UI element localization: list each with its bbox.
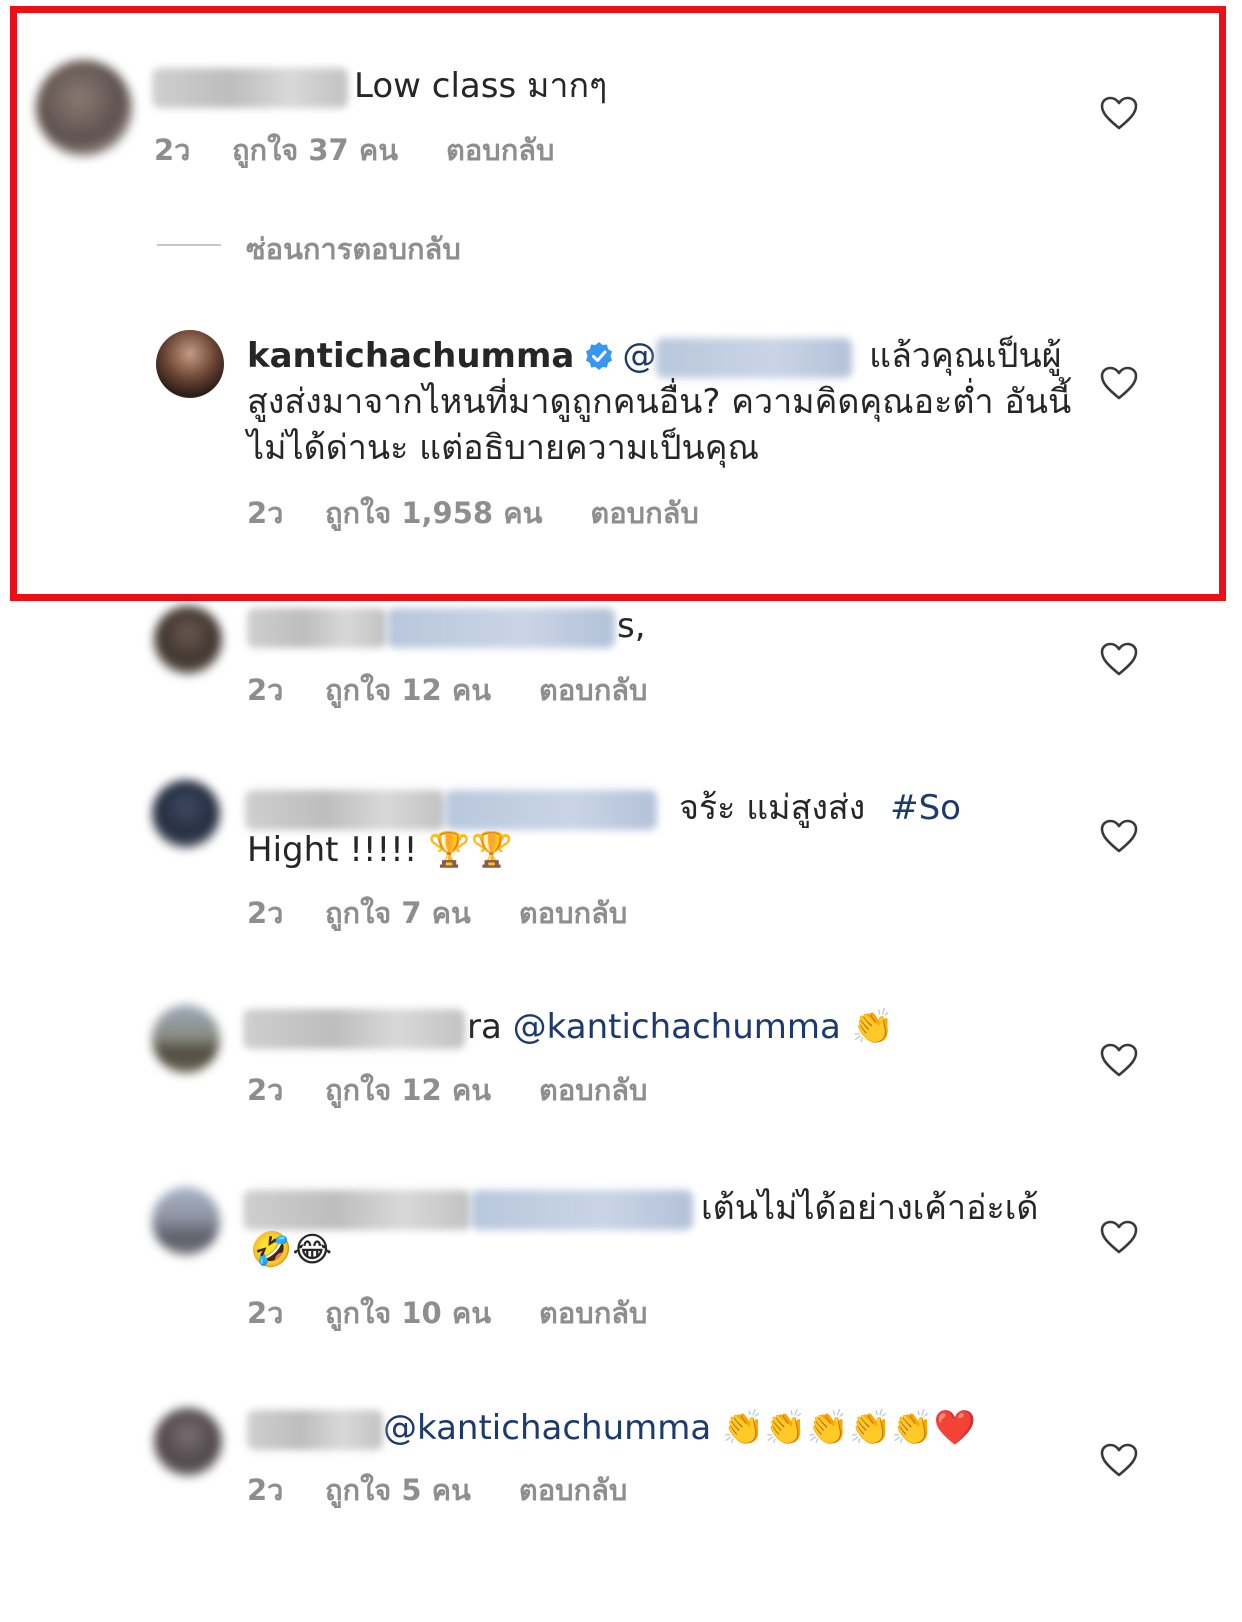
comment-line-3: ไม่ได้ด่านะ แต่อธิบายความเป็นคุณ: [247, 428, 760, 468]
avatar[interactable]: [36, 60, 132, 156]
reply-button[interactable]: ตอบกลับ: [590, 490, 698, 536]
reply-button[interactable]: ตอบกลับ: [519, 1467, 627, 1513]
reply-button[interactable]: ตอบกลับ: [539, 667, 647, 713]
comment-text: @kantichachumma 👏👏👏👏👏❤️: [247, 1406, 976, 1450]
comment-meta: 2ว ถูกใจ 1,958 คน ตอบกลับ: [247, 490, 699, 536]
heart-icon[interactable]: [1100, 96, 1138, 130]
blurred-mention[interactable]: [471, 1189, 693, 1230]
timestamp: 2ว: [247, 1296, 284, 1330]
mention-link[interactable]: @kantichachumma: [513, 1007, 841, 1047]
username[interactable]: kantichachumma: [247, 336, 574, 376]
avatar[interactable]: [156, 330, 224, 398]
likes-count[interactable]: ถูกใจ 37 คน: [232, 127, 398, 173]
comment-line-2: Hight !!!!! 🏆🏆: [247, 830, 513, 870]
comment-meta: 2ว ถูกใจ 37 คน ตอบกลับ: [154, 127, 554, 173]
comment-meta: 2ว ถูกใจ 12 คน ตอบกลับ: [247, 1067, 647, 1113]
laughing-emoji: 🤣😂: [250, 1230, 333, 1270]
blurred-username[interactable]: [245, 789, 445, 830]
comment-text: s,: [247, 604, 646, 648]
timestamp: 2ว: [247, 673, 284, 707]
comment-line-1: แล้วคุณเป็นผู้: [869, 336, 1062, 376]
blurred-mention[interactable]: [445, 789, 657, 830]
comment-text: ra @kantichachumma 👏: [243, 1005, 894, 1049]
likes-count[interactable]: ถูกใจ 5 คน: [325, 1467, 471, 1513]
comment-meta: 2ว ถูกใจ 10 คน ตอบกลับ: [247, 1290, 647, 1336]
comment-text: kantichachumma @ แล้วคุณเป็นผู้: [247, 334, 1062, 378]
blurred-username[interactable]: [243, 1008, 465, 1049]
timestamp: 2ว: [247, 1073, 284, 1107]
hide-replies-button[interactable]: ซ่อนการตอบกลับ: [246, 226, 461, 272]
blurred-mention[interactable]: [387, 607, 615, 648]
clap-emoji: 👏: [851, 1007, 894, 1047]
avatar[interactable]: [154, 606, 222, 674]
heart-icon[interactable]: [1100, 642, 1138, 676]
avatar[interactable]: [152, 1005, 220, 1073]
likes-count[interactable]: ถูกใจ 12 คน: [325, 1067, 491, 1113]
heart-icon[interactable]: [1100, 819, 1138, 853]
comment-meta: 2ว ถูกใจ 5 คน ตอบกลับ: [247, 1467, 627, 1513]
heart-icon[interactable]: [1100, 1220, 1138, 1254]
comment-text: เต้นไม่ได้อย่างเค้าอ่ะเด้: [243, 1186, 1039, 1230]
likes-count[interactable]: ถูกใจ 1,958 คน: [325, 490, 542, 536]
likes-count[interactable]: ถูกใจ 7 คน: [325, 890, 471, 936]
comment-line-2: สูงส่งมาจากไหนที่มาดูถูกคนอื่น? ความคิดค…: [247, 382, 1072, 422]
heart-icon[interactable]: [1100, 1443, 1138, 1477]
timestamp: 2ว: [247, 496, 284, 530]
timestamp: 2ว: [247, 1473, 284, 1507]
hashtag-link[interactable]: #So: [890, 788, 961, 828]
heart-icon[interactable]: [1100, 1043, 1138, 1077]
mention-link[interactable]: @: [622, 336, 656, 376]
reply-button[interactable]: ตอบกลับ: [519, 890, 627, 936]
reply-button[interactable]: ตอบกลับ: [446, 127, 554, 173]
blurred-mention[interactable]: [656, 337, 853, 378]
comment-line-2: 🤣😂: [250, 1228, 332, 1272]
heart-icon[interactable]: [1100, 366, 1138, 400]
comment-text: Low class มากๆ: [152, 64, 607, 108]
avatar[interactable]: [152, 780, 220, 848]
likes-count[interactable]: ถูกใจ 12 คน: [325, 667, 491, 713]
likes-count[interactable]: ถูกใจ 10 คน: [325, 1290, 491, 1336]
avatar[interactable]: [154, 1408, 222, 1476]
mention-link[interactable]: @kantichachumma: [383, 1408, 711, 1448]
comment-text: จร้ะ แม่สูงส่ง #So: [245, 786, 961, 830]
avatar[interactable]: [152, 1187, 220, 1255]
timestamp: 2ว: [247, 896, 284, 930]
reply-button[interactable]: ตอบกลับ: [539, 1067, 647, 1113]
timestamp: 2ว: [154, 133, 191, 167]
blurred-username[interactable]: [247, 607, 387, 648]
clap-heart-emoji: 👏👏👏👏👏❤️: [722, 1408, 977, 1448]
comment-meta: 2ว ถูกใจ 12 คน ตอบกลับ: [247, 667, 647, 713]
blurred-username[interactable]: [152, 67, 348, 108]
verified-badge-icon: [586, 342, 613, 370]
blurred-username[interactable]: [243, 1189, 471, 1230]
reply-button[interactable]: ตอบกลับ: [539, 1290, 647, 1336]
blurred-username[interactable]: [247, 1409, 383, 1450]
comment-meta: 2ว ถูกใจ 7 คน ตอบกลับ: [247, 890, 627, 936]
trophy-emoji: 🏆🏆: [428, 830, 513, 870]
hide-replies-line: [157, 244, 221, 246]
